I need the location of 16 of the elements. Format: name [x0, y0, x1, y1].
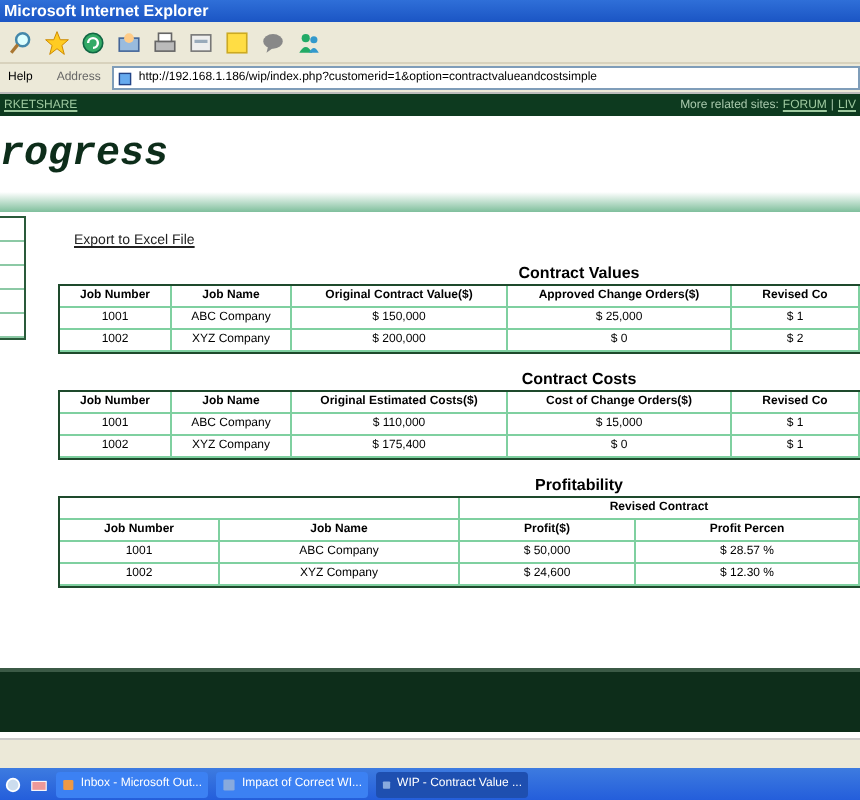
table-title: Profitability: [532, 476, 625, 496]
page-title: rogress: [0, 131, 169, 177]
app-icon: [62, 777, 75, 791]
page-icon: [118, 71, 133, 85]
search-icon[interactable]: [8, 29, 34, 55]
printer-icon[interactable]: [152, 29, 178, 55]
window-title: Microsoft Internet Explorer: [0, 0, 860, 22]
table-title: Contract Values: [516, 264, 642, 284]
app-icon: [222, 777, 236, 791]
star-icon[interactable]: [44, 29, 70, 55]
window-icon[interactable]: [188, 29, 214, 55]
app-icon: [382, 777, 392, 791]
speech-bubble-icon[interactable]: [260, 29, 286, 55]
table-title: Contract Costs: [519, 370, 639, 390]
sidebar-panel: [0, 216, 26, 340]
people-icon[interactable]: [296, 29, 322, 55]
